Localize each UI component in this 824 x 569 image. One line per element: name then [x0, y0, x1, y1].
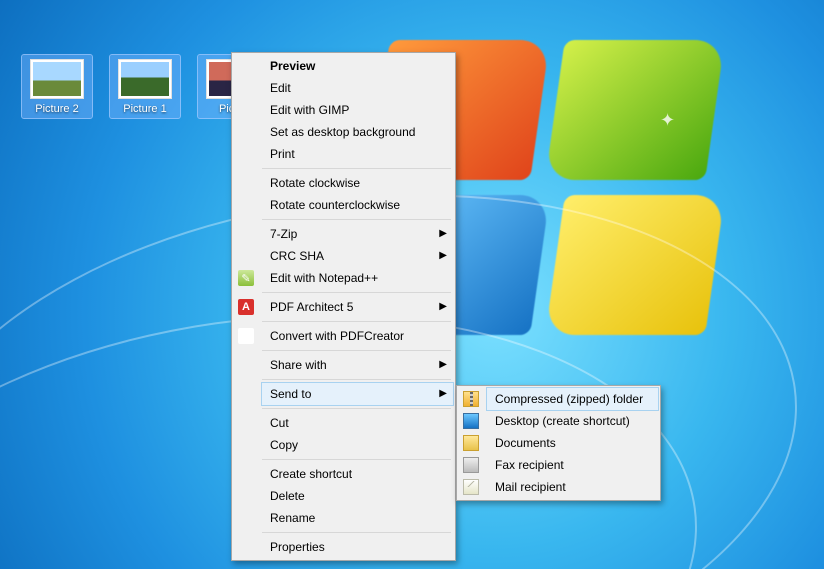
- submenu-item-label: Fax recipient: [495, 458, 564, 472]
- menu-item[interactable]: Delete: [262, 485, 453, 507]
- menu-item-label: Preview: [270, 59, 315, 73]
- submenu-item[interactable]: Mail recipient: [487, 476, 658, 498]
- menu-item[interactable]: Print: [262, 143, 453, 165]
- menu-item-label: 7-Zip: [270, 227, 297, 241]
- submenu-item[interactable]: Compressed (zipped) folder: [487, 388, 658, 410]
- submenu-arrow-icon: ▶: [439, 228, 447, 239]
- submenu-arrow-icon: ▶: [439, 301, 447, 312]
- menu-separator: [262, 379, 451, 380]
- desktop[interactable]: ✦ Picture 2Picture 1Pictur PreviewEditEd…: [0, 0, 824, 569]
- menu-item[interactable]: Share with ▶: [262, 354, 453, 376]
- submenu-item[interactable]: Desktop (create shortcut): [487, 410, 658, 432]
- menu-item-label: Delete: [270, 489, 305, 503]
- menu-item[interactable]: Rotate clockwise: [262, 172, 453, 194]
- submenu-arrow-icon: ▶: [439, 250, 447, 261]
- menu-item[interactable]: Copy: [262, 434, 453, 456]
- menu-item[interactable]: Rotate counterclockwise: [262, 194, 453, 216]
- submenu-item-label: Compressed (zipped) folder: [495, 392, 643, 406]
- pdfcrt-icon: ◆: [238, 328, 254, 344]
- submenu-item[interactable]: Fax recipient: [487, 454, 658, 476]
- menu-item[interactable]: Properties: [262, 536, 453, 558]
- menu-item-label: Cut: [270, 416, 289, 430]
- menu-separator: [262, 350, 451, 351]
- menu-item-label: Edit with Notepad++: [270, 271, 378, 285]
- menu-item[interactable]: Edit: [262, 77, 453, 99]
- menu-item-label: Rename: [270, 511, 315, 525]
- submenu-item-label: Mail recipient: [495, 480, 566, 494]
- desktop-file-icon[interactable]: Picture 1: [110, 55, 180, 118]
- menu-item-label: Rotate counterclockwise: [270, 198, 400, 212]
- submenu-item-label: Documents: [495, 436, 556, 450]
- menu-item-label: CRC SHA: [270, 249, 324, 263]
- menu-separator: [262, 532, 451, 533]
- menu-item-label: Share with: [270, 358, 327, 372]
- submenu-item[interactable]: Documents: [487, 432, 658, 454]
- menu-item[interactable]: Send to ▶: [262, 383, 453, 405]
- menu-item[interactable]: 7-Zip ▶: [262, 223, 453, 245]
- desktop-file-icon[interactable]: Picture 2: [22, 55, 92, 118]
- butterfly-decoration: ✦: [660, 110, 675, 131]
- menu-item[interactable]: Create shortcut: [262, 463, 453, 485]
- menu-item[interactable]: Cut: [262, 412, 453, 434]
- menu-item-label: Copy: [270, 438, 298, 452]
- menu-item-label: Print: [270, 147, 295, 161]
- menu-separator: [262, 168, 451, 169]
- sendto-submenu: Compressed (zipped) folder Desktop (creat…: [456, 385, 661, 501]
- menu-item[interactable]: Set as desktop background: [262, 121, 453, 143]
- menu-separator: [262, 219, 451, 220]
- zip-icon: [463, 391, 479, 407]
- menu-item-label: Edit: [270, 81, 291, 95]
- menu-item[interactable]: ✎Edit with Notepad++: [262, 267, 453, 289]
- menu-item[interactable]: APDF Architect 5▶: [262, 296, 453, 318]
- pdfarch-icon: A: [238, 299, 254, 315]
- menu-separator: [262, 408, 451, 409]
- file-label: Picture 2: [35, 103, 78, 118]
- submenu-arrow-icon: ▶: [439, 359, 447, 370]
- menu-item-label: Create shortcut: [270, 467, 352, 481]
- docs-icon: [463, 435, 479, 451]
- menu-item-label: Edit with GIMP: [270, 103, 349, 117]
- menu-item[interactable]: ◆Convert with PDFCreator: [262, 325, 453, 347]
- menu-item[interactable]: Rename: [262, 507, 453, 529]
- file-thumbnail: [30, 59, 84, 99]
- menu-item[interactable]: Preview: [262, 55, 453, 77]
- menu-item-label: Send to: [270, 387, 311, 401]
- menu-item-label: Properties: [270, 540, 325, 554]
- notepad-icon: ✎: [238, 270, 254, 286]
- menu-item-label: PDF Architect 5: [270, 300, 353, 314]
- menu-separator: [262, 459, 451, 460]
- fax-icon: [463, 457, 479, 473]
- menu-separator: [262, 292, 451, 293]
- menu-separator: [262, 321, 451, 322]
- menu-item-label: Convert with PDFCreator: [270, 329, 404, 343]
- file-label: Picture 1: [123, 103, 166, 118]
- menu-item-label: Rotate clockwise: [270, 176, 360, 190]
- menu-item[interactable]: CRC SHA ▶: [262, 245, 453, 267]
- file-thumbnail: [118, 59, 172, 99]
- menu-item[interactable]: Edit with GIMP: [262, 99, 453, 121]
- context-menu: Preview Edit Edit with GIMP Set as desktop …: [231, 52, 456, 561]
- submenu-item-label: Desktop (create shortcut): [495, 414, 630, 428]
- submenu-arrow-icon: ▶: [439, 388, 447, 399]
- menu-item-label: Set as desktop background: [270, 125, 415, 139]
- mail-icon: [463, 479, 479, 495]
- desk-icon: [463, 413, 479, 429]
